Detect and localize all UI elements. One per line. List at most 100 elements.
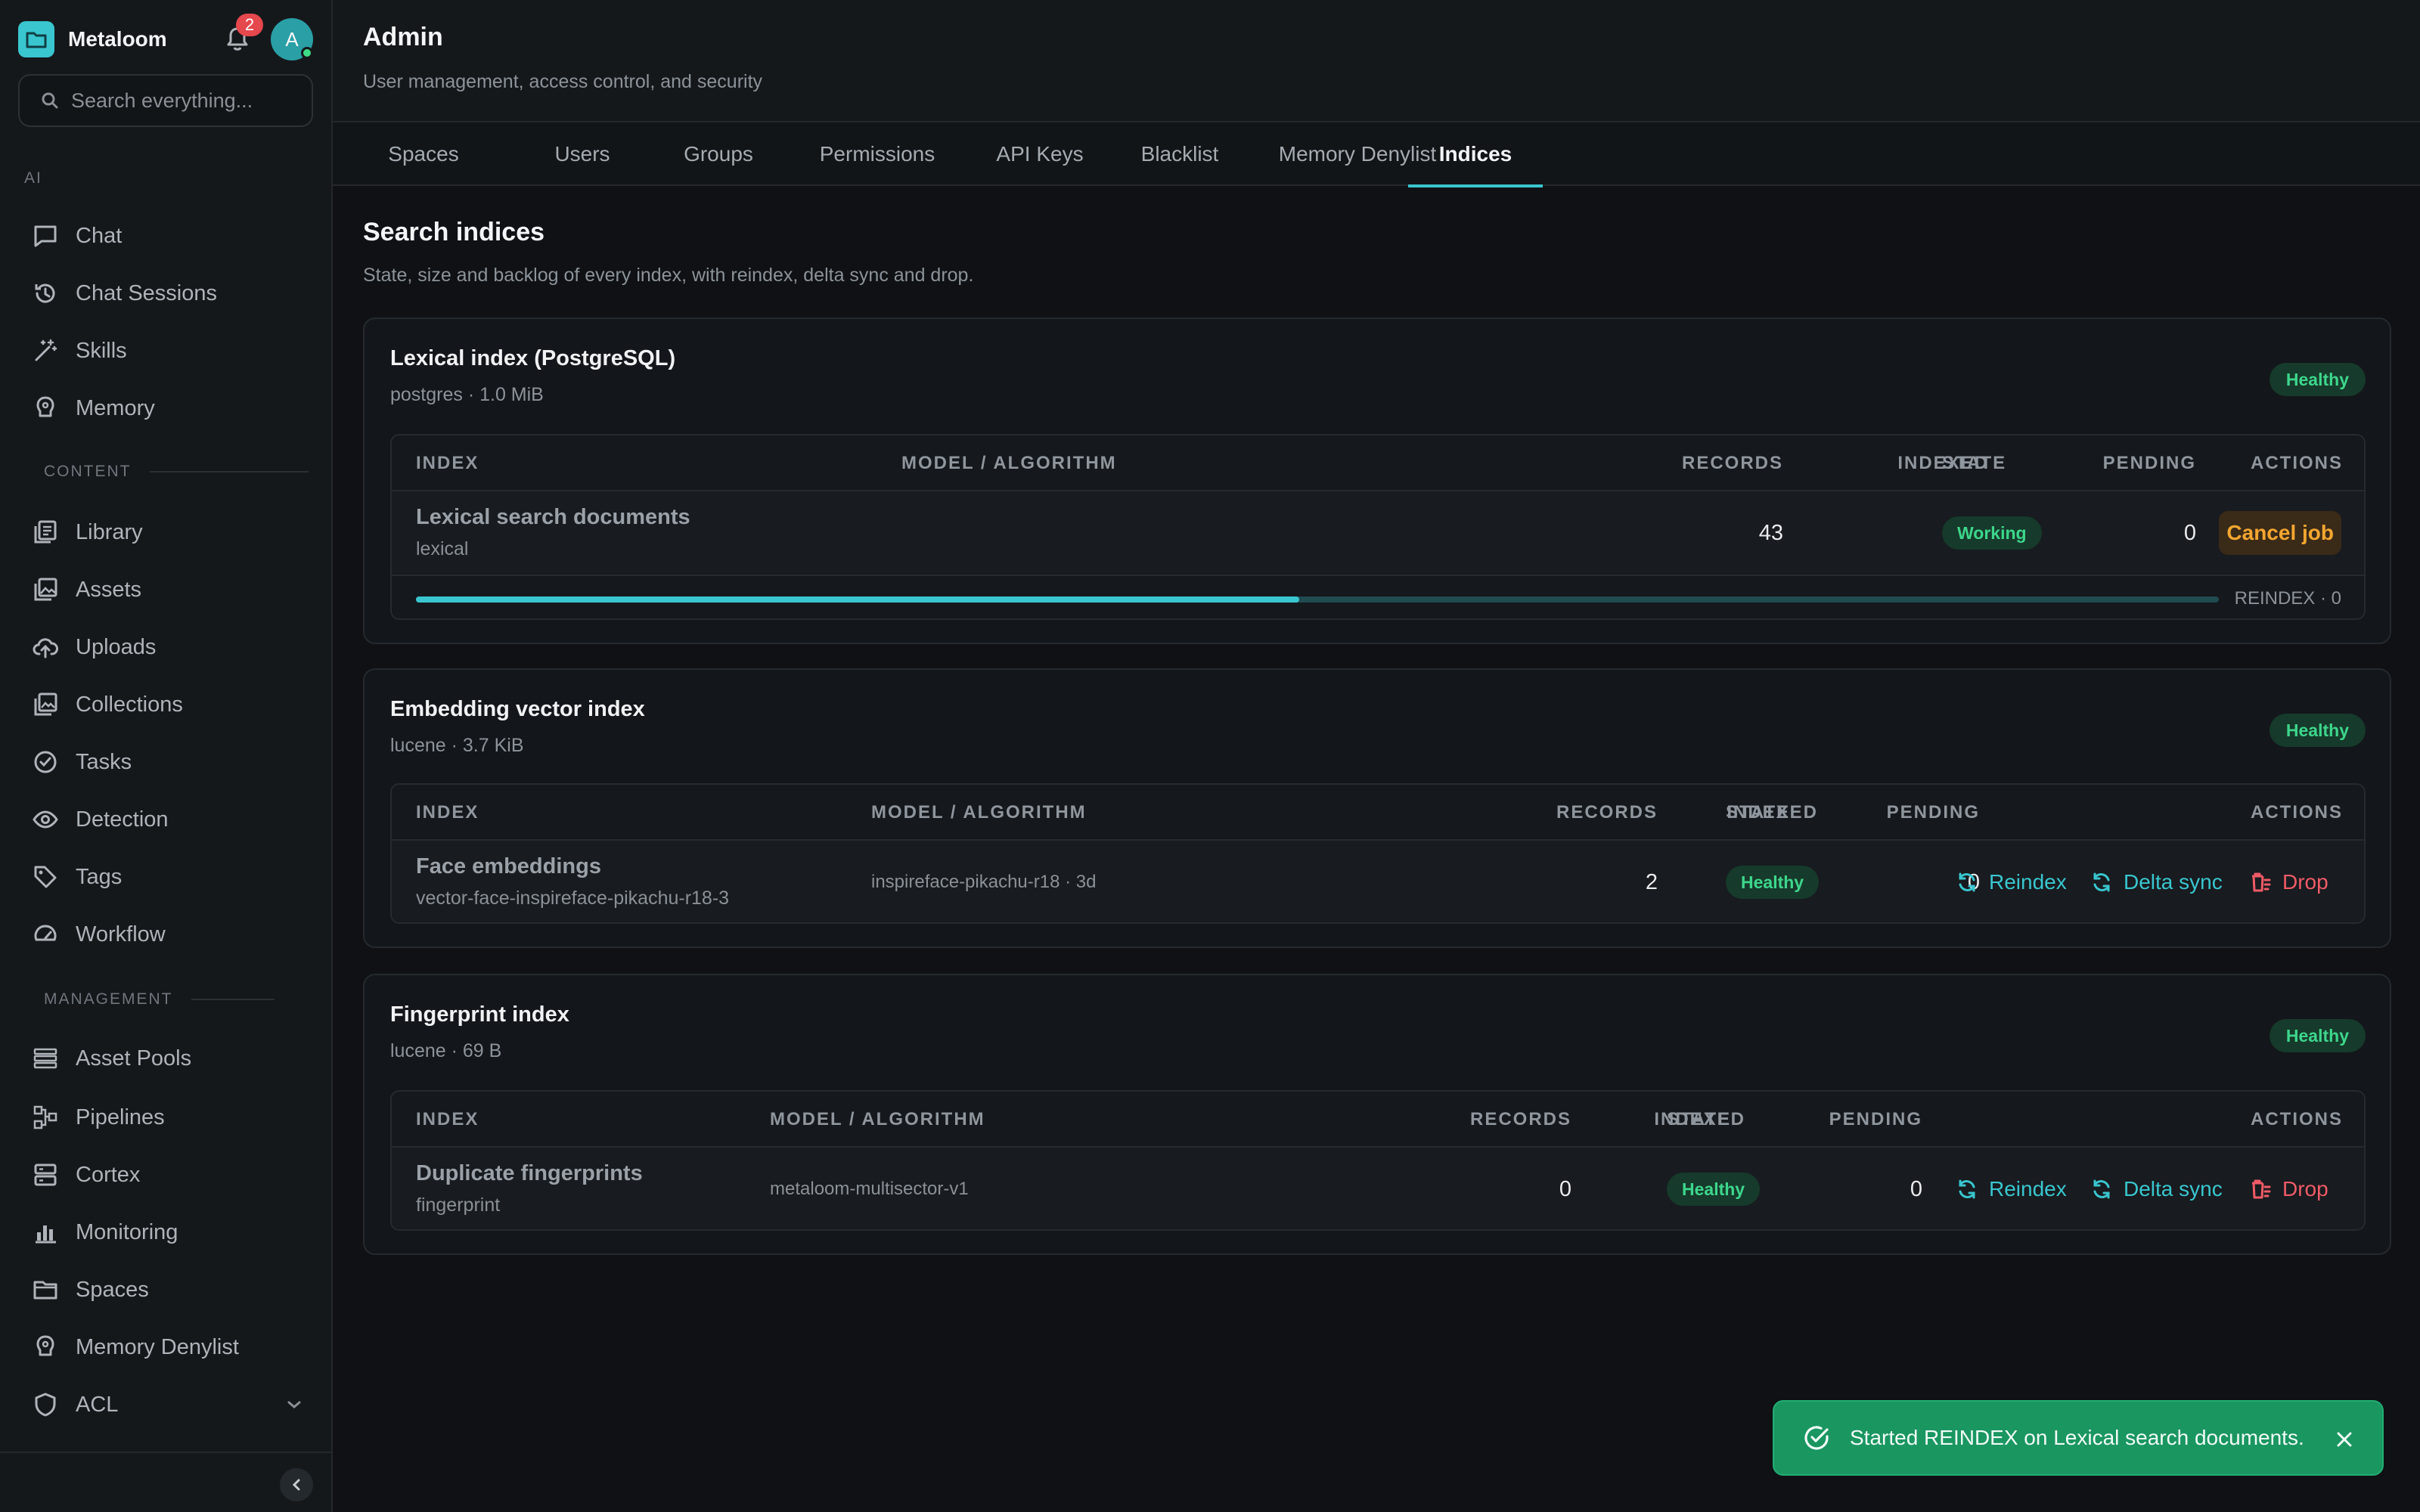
sidebar-item-memory[interactable]: Memory bbox=[30, 386, 302, 431]
sidebar-item-uploads[interactable]: Uploads bbox=[30, 624, 302, 670]
status-badge: Healthy bbox=[2269, 714, 2366, 747]
reindex-button[interactable]: Reindex bbox=[1956, 841, 2067, 922]
section-description: State, size and backlog of every index, … bbox=[363, 265, 974, 286]
collapse-sidebar-button[interactable] bbox=[280, 1468, 313, 1501]
index-table: INDEX MODEL / ALGORITHM RECORDS INDEXED … bbox=[390, 783, 2366, 924]
brand[interactable]: Metaloom bbox=[18, 21, 167, 57]
app-name: Metaloom bbox=[68, 27, 167, 51]
notification-badge: 2 bbox=[236, 14, 263, 36]
sidebar-item-asset-pools[interactable]: Asset Pools bbox=[30, 1036, 302, 1081]
sidebar-item-label: Asset Pools bbox=[76, 1046, 192, 1070]
sidebar-item-tags[interactable]: Tags bbox=[30, 854, 302, 900]
sync-icon bbox=[2090, 1178, 2113, 1201]
page-subtitle: User management, access control, and sec… bbox=[363, 71, 763, 92]
table-header: INDEX MODEL / ALGORITHM RECORDS INDEXED … bbox=[392, 435, 2364, 491]
delta-sync-button[interactable]: Delta sync bbox=[2090, 841, 2223, 922]
sidebar-item-cortex[interactable]: Cortex bbox=[30, 1152, 302, 1198]
close-icon[interactable] bbox=[2329, 1424, 2360, 1455]
column-header-index: INDEX bbox=[416, 1109, 479, 1129]
sync-icon bbox=[2090, 871, 2113, 894]
sidebar-item-label: Skills bbox=[76, 338, 127, 363]
state-cell: Healthy bbox=[1667, 1148, 1761, 1229]
sidebar-item-label: Workflow bbox=[76, 922, 166, 947]
column-header-actions: ACTIONS bbox=[2251, 1109, 2343, 1129]
sidebar-item-acl[interactable]: ACL bbox=[30, 1382, 302, 1427]
sidebar-item-assets[interactable]: Assets bbox=[30, 567, 302, 612]
index-name: Face embeddings bbox=[416, 854, 601, 878]
table-row: Lexical search documents lexical 43 43 0… bbox=[392, 491, 2364, 575]
sidebar-item-spaces[interactable]: Spaces bbox=[30, 1267, 302, 1312]
drop-button[interactable]: Drop bbox=[2249, 1148, 2328, 1229]
bar-chart-icon bbox=[30, 1217, 60, 1247]
column-header-index: INDEX bbox=[416, 453, 479, 473]
gauge-icon bbox=[30, 919, 60, 950]
search-box[interactable] bbox=[18, 74, 313, 127]
column-header-index: INDEX bbox=[416, 802, 479, 823]
tab-groups[interactable]: Groups bbox=[650, 122, 786, 186]
column-header-records: RECORDS bbox=[1681, 453, 1783, 473]
sidebar-item-monitoring[interactable]: Monitoring bbox=[30, 1210, 302, 1255]
sidebar-item-tasks[interactable]: Tasks bbox=[30, 739, 302, 785]
memory-icon bbox=[30, 393, 60, 423]
sidebar-item-label: Tasks bbox=[76, 749, 132, 774]
drop-label: Drop bbox=[2282, 1177, 2328, 1201]
records-value: 43 bbox=[1758, 520, 1783, 545]
sidebar-item-memory-denylist[interactable]: Memory Denylist bbox=[30, 1325, 302, 1370]
sidebar-item-chat-sessions[interactable]: Chat Sessions bbox=[30, 271, 302, 316]
section-title: Search indices bbox=[363, 218, 545, 246]
delta-sync-label: Delta sync bbox=[2124, 870, 2223, 894]
column-header-model: MODEL / ALGORITHM bbox=[871, 802, 1087, 823]
tab-blacklist[interactable]: Blacklist bbox=[1112, 122, 1248, 186]
tab-users[interactable]: Users bbox=[514, 122, 650, 186]
section-label-content: CONTENT bbox=[44, 463, 309, 481]
tab-permissions[interactable]: Permissions bbox=[786, 122, 968, 186]
tab-api-keys[interactable]: API Keys bbox=[968, 122, 1112, 186]
sidebar-item-detection[interactable]: Detection bbox=[30, 797, 302, 842]
reindex-button[interactable]: Reindex bbox=[1956, 1148, 2067, 1229]
progress-row: REINDEX · 0 bbox=[392, 575, 2364, 618]
sidebar-item-skills[interactable]: Skills bbox=[30, 328, 302, 373]
sidebar-item-label: Library bbox=[76, 519, 143, 544]
index-key: vector-face-inspireface-pikachu-r18-3 bbox=[416, 887, 730, 909]
table-row: Duplicate fingerprints fingerprint metal… bbox=[392, 1148, 2364, 1229]
reindex-label: Reindex bbox=[1989, 870, 2067, 894]
sidebar-item-label: Tags bbox=[76, 864, 123, 889]
sidebar-item-label: Chat bbox=[76, 223, 123, 248]
tab-spaces[interactable]: Spaces bbox=[333, 122, 514, 186]
index-key: lexical bbox=[416, 538, 469, 559]
card-title: Lexical index (PostgreSQL) bbox=[390, 346, 676, 370]
list-icon bbox=[30, 1043, 60, 1074]
image-stack-icon bbox=[30, 575, 60, 605]
column-header-state: STATE bbox=[1942, 453, 2007, 473]
column-header-state: STATE bbox=[1726, 802, 1791, 823]
delta-sync-button[interactable]: Delta sync bbox=[2090, 1148, 2223, 1229]
tab-indices[interactable]: Indices bbox=[1408, 122, 1543, 187]
sidebar-item-chat[interactable]: Chat bbox=[30, 213, 302, 259]
progress-bar bbox=[416, 596, 2219, 603]
state-badge: Healthy bbox=[1667, 1173, 1761, 1206]
column-header-actions: ACTIONS bbox=[2251, 802, 2343, 823]
tab-indices-label: Indices bbox=[1438, 142, 1512, 166]
search-input[interactable] bbox=[71, 88, 298, 113]
drop-button[interactable]: Drop bbox=[2249, 841, 2328, 922]
sidebar-item-pipelines[interactable]: Pipelines bbox=[30, 1095, 302, 1140]
column-header-state: STATE bbox=[1667, 1109, 1732, 1129]
refresh-icon bbox=[1956, 1178, 1978, 1201]
index-card-embedding: Embedding vector index lucene · 3.7 KiB … bbox=[363, 668, 2391, 948]
chevron-down-icon[interactable] bbox=[286, 1399, 302, 1410]
page-title: Admin bbox=[363, 23, 443, 51]
sidebar-item-label: Memory bbox=[76, 395, 155, 420]
refresh-icon bbox=[1956, 871, 1978, 894]
sidebar-item-workflow[interactable]: Workflow bbox=[30, 912, 302, 957]
section-label-text: MANAGEMENT bbox=[44, 990, 173, 1008]
progress-label: REINDEX · 0 bbox=[2234, 588, 2341, 609]
chevron-left-icon bbox=[290, 1477, 302, 1492]
trash-icon bbox=[2249, 1178, 2272, 1201]
sidebar-item-collections[interactable]: Collections bbox=[30, 682, 302, 727]
chat-icon bbox=[30, 221, 60, 251]
page-header: Admin User management, access control, a… bbox=[333, 0, 2420, 122]
sidebar-item-library[interactable]: Library bbox=[30, 510, 302, 555]
cancel-job-button[interactable]: Cancel job bbox=[2219, 511, 2341, 555]
column-header-model: MODEL / ALGORITHM bbox=[901, 453, 1117, 473]
sidebar-item-label: Assets bbox=[76, 577, 142, 602]
